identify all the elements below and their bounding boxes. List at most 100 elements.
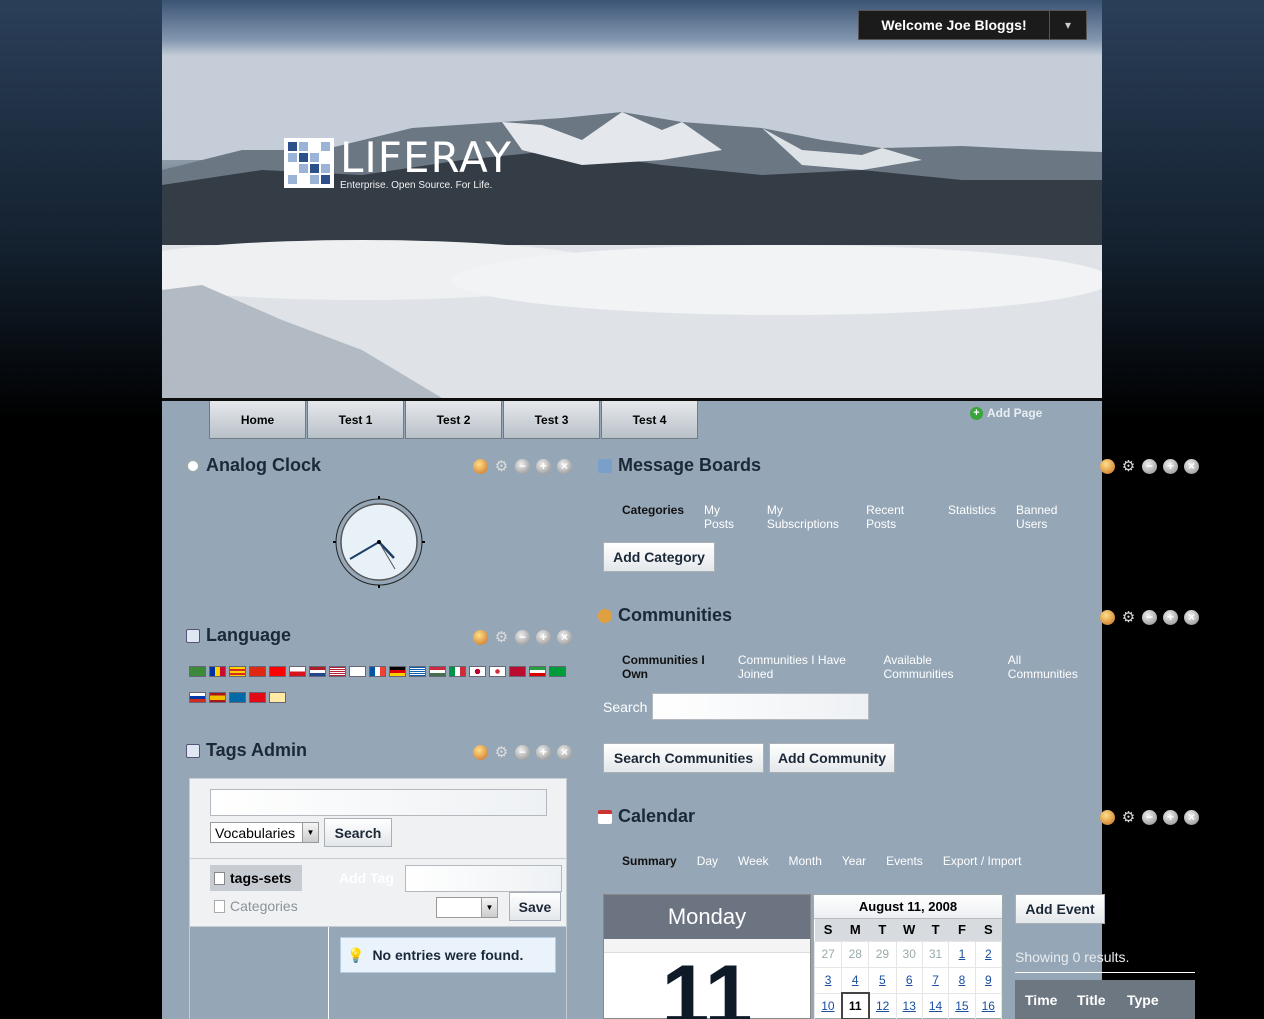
tab-test-2[interactable]: Test 2 xyxy=(405,401,502,439)
tab-summary[interactable]: Summary xyxy=(622,854,677,868)
calendar-day[interactable]: 14 xyxy=(921,992,950,1019)
tab-year[interactable]: Year xyxy=(842,854,866,868)
minimize-icon[interactable]: − xyxy=(1142,459,1157,474)
maximize-icon[interactable]: + xyxy=(1163,610,1178,625)
list-item-tags-sets[interactable]: tags-sets xyxy=(210,865,302,891)
welcome-bar[interactable]: Welcome Joe Bloggs! ▾ xyxy=(858,10,1087,40)
maximize-icon[interactable]: + xyxy=(536,745,551,760)
close-icon[interactable]: × xyxy=(1184,610,1199,625)
gear-icon[interactable]: ⚙ xyxy=(1121,810,1136,825)
flag-ca-icon[interactable] xyxy=(229,666,246,677)
tab-my-posts[interactable]: My Posts xyxy=(704,503,747,531)
gear-icon[interactable]: ⚙ xyxy=(1121,610,1136,625)
list-item-categories[interactable]: Categories xyxy=(214,898,298,914)
tab-communities-i-own[interactable]: Communities I Own xyxy=(622,653,718,681)
calendar-day[interactable]: 8 xyxy=(948,966,976,994)
tags-search-button[interactable]: Search xyxy=(324,818,392,847)
maximize-icon[interactable]: + xyxy=(536,459,551,474)
look-and-feel-icon[interactable] xyxy=(1100,610,1115,625)
flag-it-icon[interactable] xyxy=(449,666,466,677)
look-and-feel-icon[interactable] xyxy=(1100,810,1115,825)
calendar-day[interactable]: 9 xyxy=(974,966,1003,994)
flag-en-icon[interactable] xyxy=(329,666,346,677)
tab-categories[interactable]: Categories xyxy=(622,503,684,531)
maximize-icon[interactable]: + xyxy=(1163,810,1178,825)
flag-eu-icon[interactable] xyxy=(209,666,226,677)
flag-de-icon[interactable] xyxy=(389,666,406,677)
calendar-day[interactable]: 13 xyxy=(895,992,923,1019)
flag-es-icon[interactable] xyxy=(209,692,226,703)
flag-ar-icon[interactable] xyxy=(189,666,206,677)
flag-ru-icon[interactable] xyxy=(189,692,206,703)
flag-tr-icon[interactable] xyxy=(249,692,266,703)
tab-test-4[interactable]: Test 4 xyxy=(601,401,698,439)
minimize-icon[interactable]: − xyxy=(515,745,530,760)
flag-fa-icon[interactable] xyxy=(529,666,546,677)
close-icon[interactable]: × xyxy=(557,630,572,645)
tab-day[interactable]: Day xyxy=(697,854,718,868)
tab-available-communities[interactable]: Available Communities xyxy=(884,653,988,681)
look-and-feel-icon[interactable] xyxy=(473,630,488,645)
flag-ko-icon[interactable] xyxy=(489,666,506,677)
tab-export-import[interactable]: Export / Import xyxy=(943,854,1022,868)
minimize-icon[interactable]: − xyxy=(1142,810,1157,825)
flag-ja-icon[interactable] xyxy=(469,666,486,677)
tab-my-subscriptions[interactable]: My Subscriptions xyxy=(767,503,846,531)
calendar-day-today[interactable]: 11 xyxy=(840,992,870,1019)
chevron-down-icon[interactable]: ▾ xyxy=(1049,11,1086,39)
calendar-day[interactable]: 12 xyxy=(868,992,897,1019)
minimize-icon[interactable]: − xyxy=(1142,610,1157,625)
flag-fi-icon[interactable] xyxy=(349,666,366,677)
calendar-day[interactable]: 15 xyxy=(948,992,976,1019)
tab-recent-posts[interactable]: Recent Posts xyxy=(866,503,928,531)
close-icon[interactable]: × xyxy=(1184,810,1199,825)
tag-vocabulary-select[interactable]: ▼ xyxy=(436,897,498,918)
maximize-icon[interactable]: + xyxy=(536,630,551,645)
flag-tw-icon[interactable] xyxy=(269,666,286,677)
tab-month[interactable]: Month xyxy=(789,854,822,868)
gear-icon[interactable]: ⚙ xyxy=(1121,459,1136,474)
column-title[interactable]: Title xyxy=(1077,992,1127,1008)
look-and-feel-icon[interactable] xyxy=(473,459,488,474)
look-and-feel-icon[interactable] xyxy=(1100,459,1115,474)
tags-search-input[interactable] xyxy=(210,789,547,816)
flag-pt-icon[interactable] xyxy=(549,666,566,677)
tab-test-3[interactable]: Test 3 xyxy=(503,401,600,439)
tab-statistics[interactable]: Statistics xyxy=(948,503,996,531)
minimize-icon[interactable]: − xyxy=(515,630,530,645)
flag-zh-icon[interactable] xyxy=(249,666,266,677)
flag-el-icon[interactable] xyxy=(409,666,426,677)
minimize-icon[interactable]: − xyxy=(515,459,530,474)
calendar-day[interactable]: 3 xyxy=(813,966,843,994)
calendar-day[interactable]: 10 xyxy=(813,992,843,1019)
add-event-button[interactable]: Add Event xyxy=(1015,894,1105,924)
flag-sv-icon[interactable] xyxy=(229,692,246,703)
tab-banned-users[interactable]: Banned Users xyxy=(1016,503,1082,531)
close-icon[interactable]: × xyxy=(557,459,572,474)
flag-hu-icon[interactable] xyxy=(429,666,446,677)
calendar-day[interactable]: 6 xyxy=(895,966,923,994)
column-time[interactable]: Time xyxy=(1025,992,1077,1008)
calendar-day[interactable]: 5 xyxy=(868,966,897,994)
tab-test-1[interactable]: Test 1 xyxy=(307,401,404,439)
add-category-button[interactable]: Add Category xyxy=(603,542,715,572)
communities-search-input[interactable] xyxy=(652,693,869,720)
calendar-day[interactable]: 4 xyxy=(841,966,870,994)
flag-nb-icon[interactable] xyxy=(509,666,526,677)
flag-nl-icon[interactable] xyxy=(309,666,326,677)
add-tag-input[interactable] xyxy=(405,865,562,892)
flag-fr-icon[interactable] xyxy=(369,666,386,677)
add-community-button[interactable]: Add Community xyxy=(769,743,895,773)
flag-cs-icon[interactable] xyxy=(289,666,306,677)
tab-communities-joined[interactable]: Communities I Have Joined xyxy=(738,653,864,681)
tab-home[interactable]: Home xyxy=(209,401,306,439)
calendar-day[interactable]: 16 xyxy=(974,992,1003,1019)
close-icon[interactable]: × xyxy=(557,745,572,760)
tab-all-communities[interactable]: All Communities xyxy=(1008,653,1082,681)
tab-week[interactable]: Week xyxy=(738,854,768,868)
flag-vi-icon[interactable] xyxy=(269,692,286,703)
close-icon[interactable]: × xyxy=(1184,459,1199,474)
tab-events[interactable]: Events xyxy=(886,854,923,868)
search-communities-button[interactable]: Search Communities xyxy=(603,743,764,773)
column-type[interactable]: Type xyxy=(1127,992,1159,1008)
